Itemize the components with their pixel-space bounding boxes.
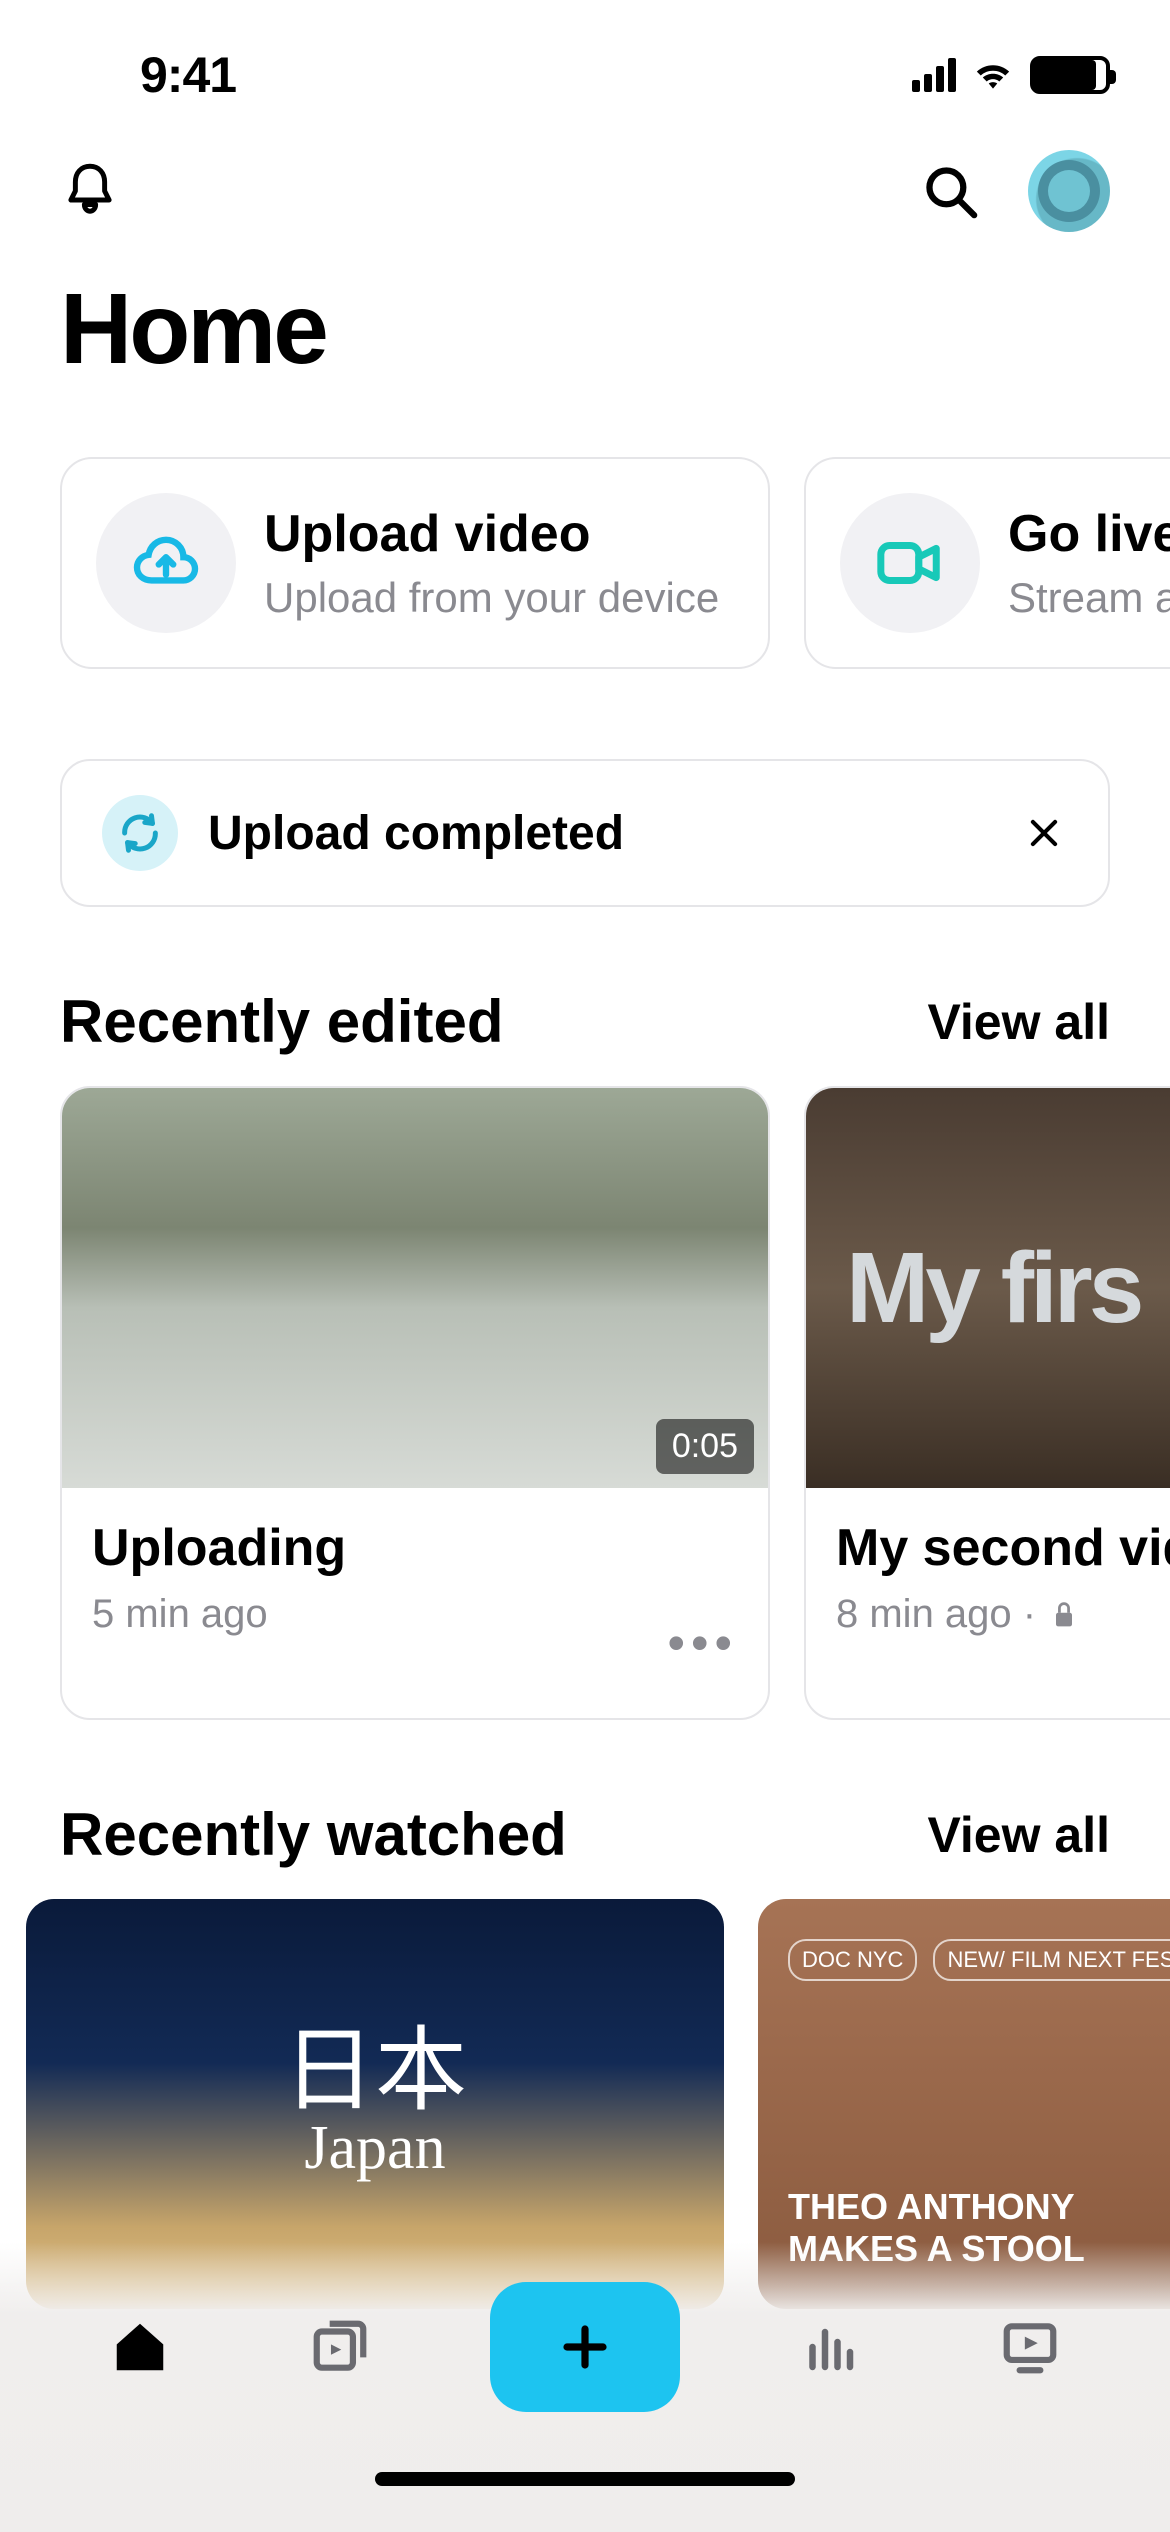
status-bar: 9:41 bbox=[0, 0, 1170, 130]
tab-home[interactable] bbox=[90, 2297, 190, 2397]
video-camera-icon bbox=[840, 493, 980, 633]
video-thumbnail: 0:05 bbox=[62, 1088, 768, 1488]
video-title: My second vide bbox=[836, 1518, 1170, 1578]
recently-watched-title: Recently watched bbox=[60, 1800, 567, 1869]
upload-status-banner[interactable]: Upload completed bbox=[60, 759, 1110, 907]
upload-video-card[interactable]: Upload video Upload from your device bbox=[60, 457, 770, 669]
go-live-title: Go live bbox=[1008, 504, 1170, 564]
status-indicators bbox=[912, 56, 1110, 94]
tab-analytics[interactable] bbox=[780, 2297, 880, 2397]
banner-close-button[interactable] bbox=[1020, 809, 1068, 857]
quick-actions-row: Upload video Upload from your device Go … bbox=[0, 427, 1170, 699]
thumbnail-title-glyph: 日本 bbox=[283, 2025, 467, 2117]
notifications-button[interactable] bbox=[60, 161, 120, 221]
tab-create[interactable] bbox=[490, 2282, 680, 2412]
recently-edited-row: 0:05 Uploading 5 min ago ••• My firs My … bbox=[0, 1086, 1170, 1720]
close-icon bbox=[1025, 814, 1063, 852]
cloud-upload-icon bbox=[96, 493, 236, 633]
recently-edited-view-all[interactable]: View all bbox=[927, 993, 1110, 1051]
monitor-play-icon bbox=[999, 2316, 1061, 2378]
recently-watched-view-all[interactable]: View all bbox=[927, 1806, 1110, 1864]
library-icon bbox=[309, 2316, 371, 2378]
video-thumbnail: My firs bbox=[806, 1088, 1170, 1488]
search-button[interactable] bbox=[920, 161, 980, 221]
analytics-icon bbox=[800, 2317, 860, 2377]
tab-bar bbox=[0, 2242, 1170, 2532]
wifi-icon bbox=[972, 58, 1014, 92]
sync-icon bbox=[102, 795, 178, 871]
battery-icon bbox=[1030, 56, 1110, 94]
bell-icon bbox=[63, 161, 117, 221]
tab-library[interactable] bbox=[290, 2297, 390, 2397]
video-meta: 8 min ago · bbox=[836, 1592, 1170, 1637]
video-card[interactable]: My firs My second vide 8 min ago · bbox=[804, 1086, 1170, 1720]
video-title: Uploading bbox=[92, 1518, 738, 1578]
cellular-signal-icon bbox=[912, 58, 956, 92]
upload-video-subtitle: Upload from your device bbox=[264, 574, 719, 622]
banner-text: Upload completed bbox=[208, 806, 990, 861]
search-icon bbox=[921, 162, 979, 220]
tab-watch[interactable] bbox=[980, 2297, 1080, 2397]
upload-video-title: Upload video bbox=[264, 504, 719, 564]
festival-badges: DOC NYC NEW/ FILM NEXT FEST IFFBOSTON bbox=[788, 1939, 1170, 1981]
go-live-subtitle: Stream a bbox=[1008, 574, 1170, 622]
page-title: Home bbox=[0, 252, 1170, 427]
recently-edited-title: Recently edited bbox=[60, 987, 503, 1056]
home-icon bbox=[109, 2316, 171, 2378]
video-meta: 5 min ago bbox=[92, 1592, 738, 1637]
video-more-button[interactable]: ••• bbox=[667, 1614, 738, 1672]
plus-icon bbox=[558, 2320, 612, 2374]
video-card[interactable]: 0:05 Uploading 5 min ago ••• bbox=[60, 1086, 770, 1720]
thumbnail-title-caption: Japan bbox=[304, 2113, 445, 2184]
duration-badge: 0:05 bbox=[656, 1419, 754, 1474]
recently-watched-header: Recently watched View all bbox=[0, 1720, 1170, 1899]
home-indicator[interactable] bbox=[375, 2472, 795, 2486]
status-time: 9:41 bbox=[140, 46, 236, 104]
profile-avatar[interactable] bbox=[1028, 150, 1110, 232]
top-nav bbox=[0, 130, 1170, 252]
thumbnail-overlay-text: My firs bbox=[846, 1231, 1140, 1346]
go-live-card[interactable]: Go live Stream a bbox=[804, 457, 1170, 669]
recently-edited-header: Recently edited View all bbox=[0, 907, 1170, 1086]
lock-icon bbox=[1050, 1599, 1078, 1631]
